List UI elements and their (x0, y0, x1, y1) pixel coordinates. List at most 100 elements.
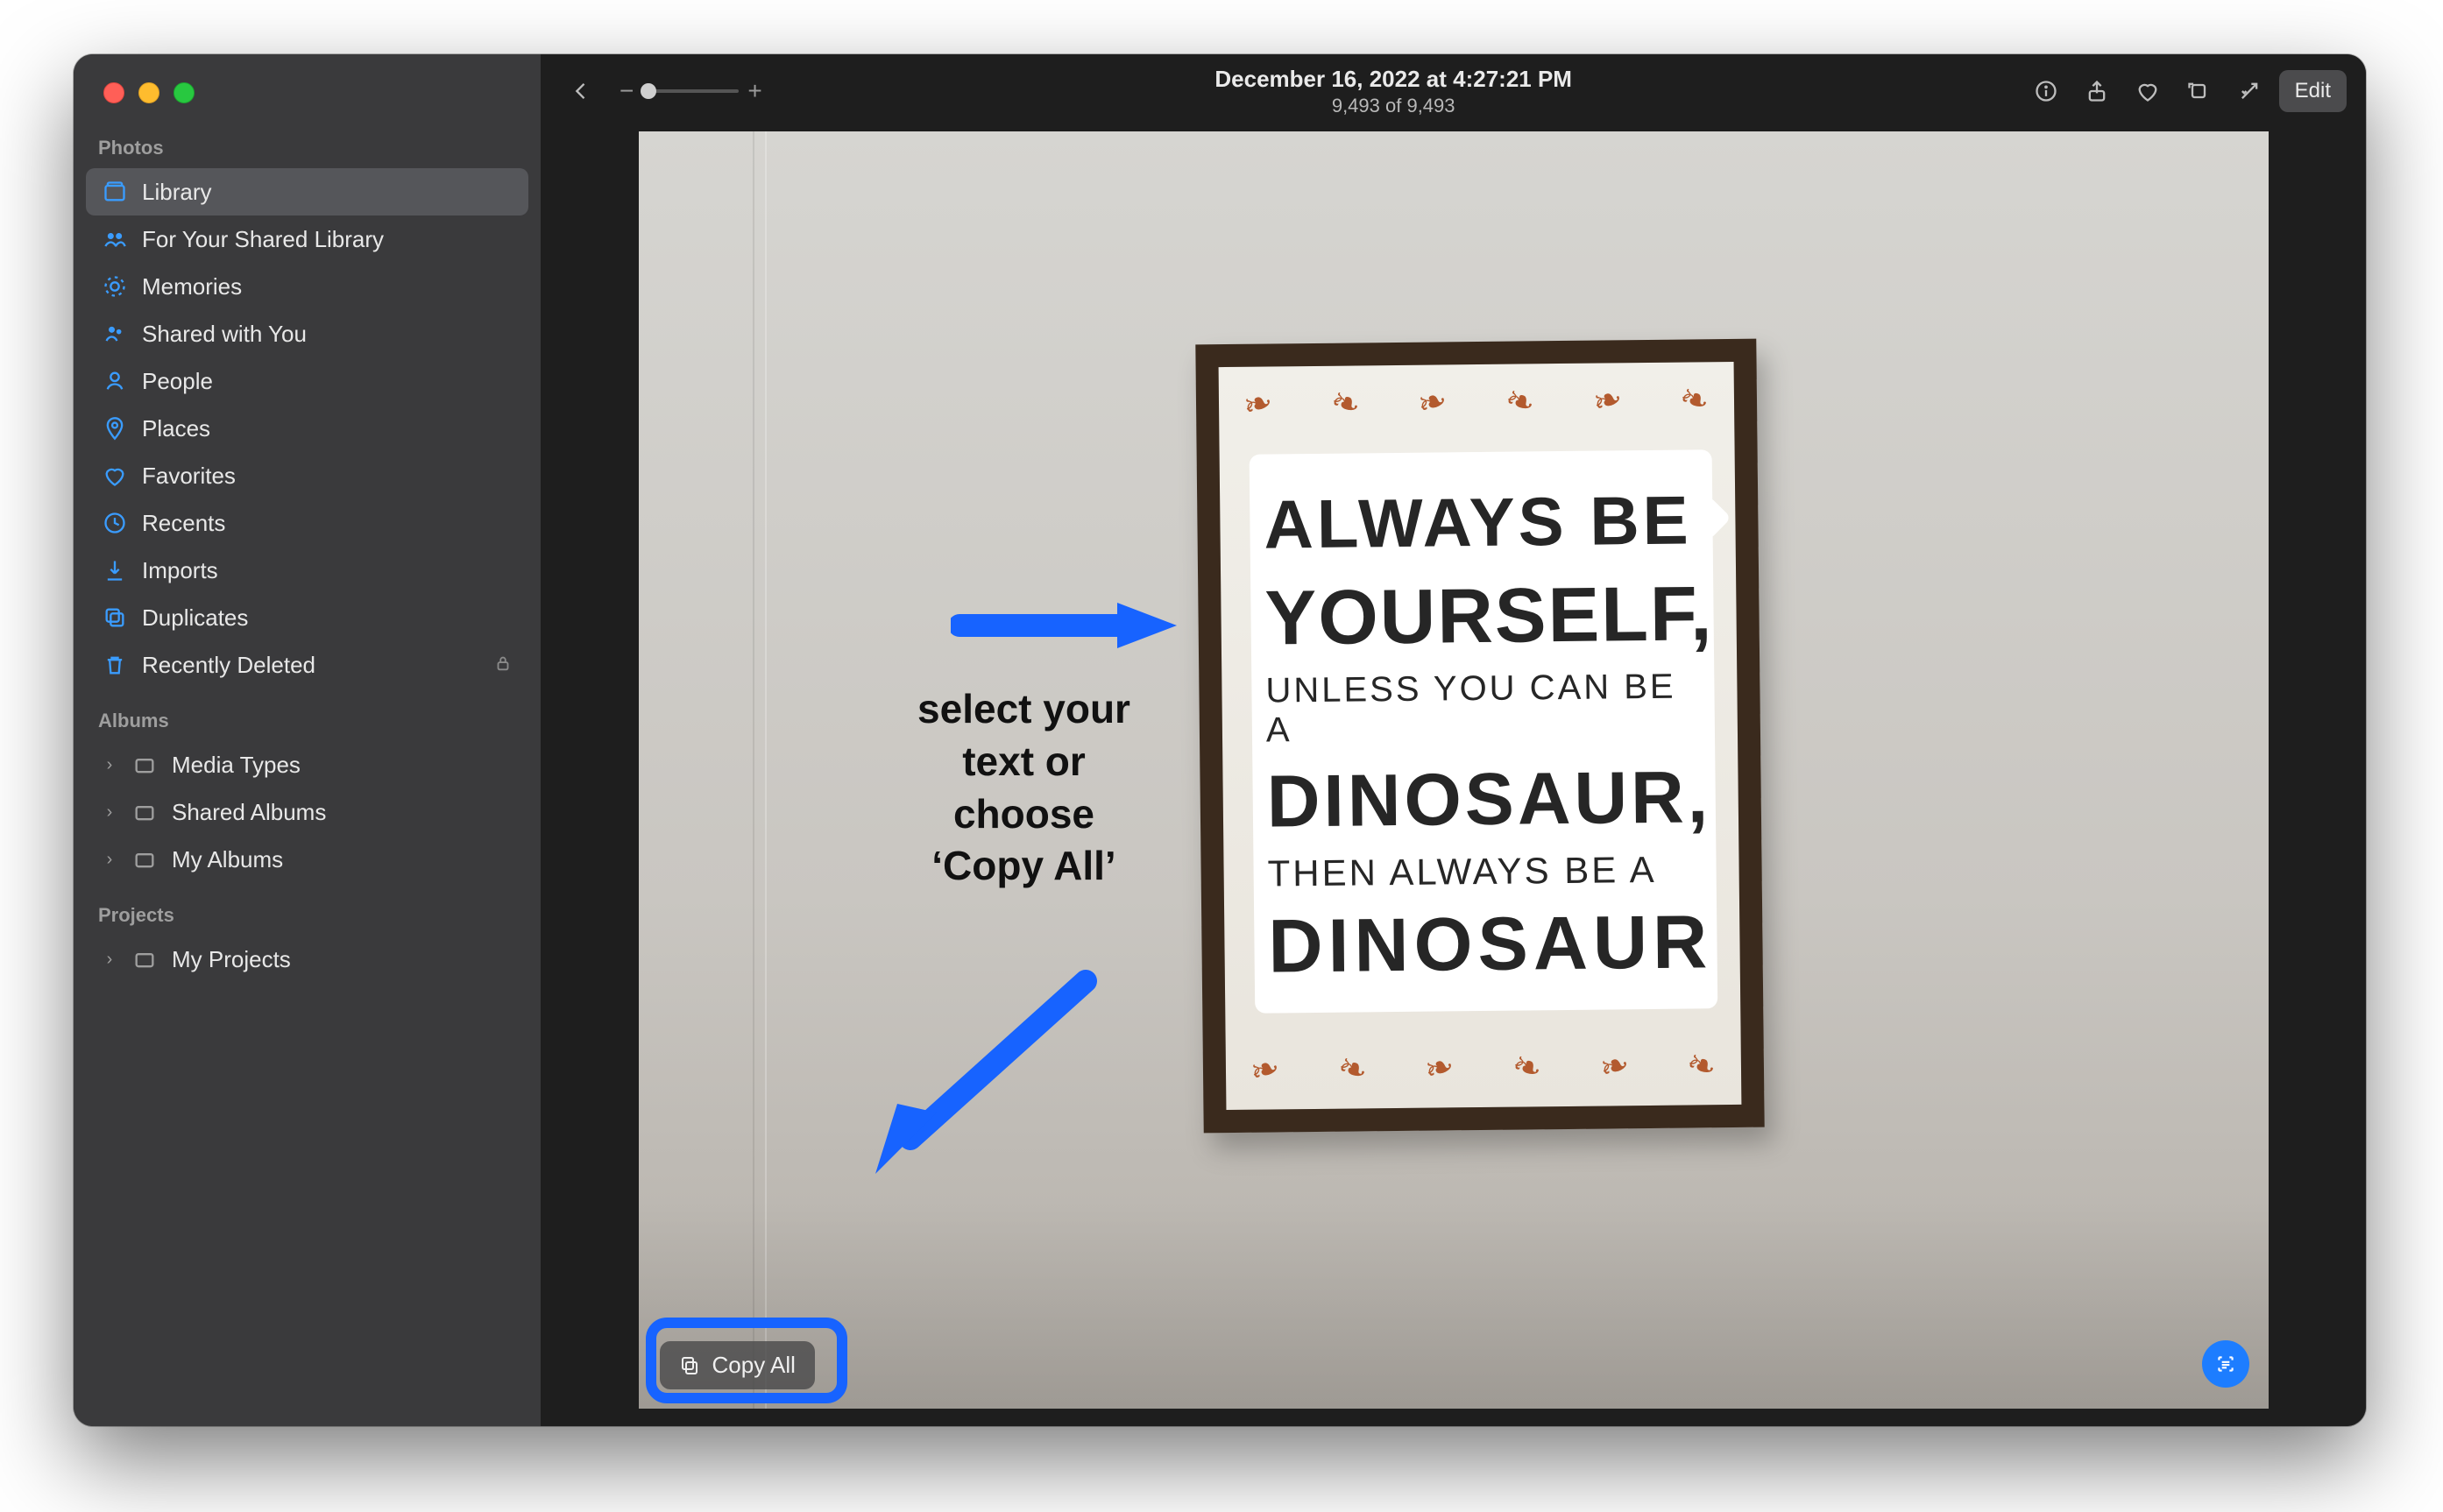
photo: ❧❧❧❧❧❧ ALWAYS BE YOURSELF, UNLESS YOU CA… (639, 131, 2269, 1409)
memories-icon (102, 273, 128, 300)
sidebar-item-label: Places (142, 415, 513, 442)
lock-icon (493, 652, 513, 679)
sidebar-item-library[interactable]: Library (86, 168, 528, 215)
photo-viewport: ❧❧❧❧❧❧ ALWAYS BE YOURSELF, UNLESS YOU CA… (541, 128, 2366, 1426)
heart-icon (102, 463, 128, 489)
sidebar-item-label: My Projects (172, 946, 513, 973)
annotation-line: choose (867, 788, 1182, 841)
chevron-right-icon: › (102, 755, 117, 775)
sidebar-item-label: People (142, 368, 513, 395)
sidebar-item-recents[interactable]: Recents (86, 499, 528, 547)
folder-icon (131, 752, 158, 778)
duplicates-icon (102, 604, 128, 631)
sidebar-item-label: Favorites (142, 463, 513, 490)
copy-all-label: Copy All (712, 1352, 796, 1379)
sign-line: YOURSELF, (1264, 569, 1702, 662)
photo-date: December 16, 2022 at 4:27:21 PM (773, 66, 2015, 93)
share-button[interactable] (2076, 70, 2118, 112)
live-text-button[interactable] (2202, 1340, 2249, 1388)
library-icon (102, 179, 128, 205)
decoration-paws: ❧❧❧❧❧❧ (1243, 379, 1709, 425)
back-button[interactable] (560, 70, 602, 112)
arrow-icon (849, 964, 1112, 1191)
places-icon (102, 415, 128, 442)
sidebar-item-favorites[interactable]: Favorites (86, 452, 528, 499)
sidebar-item-memories[interactable]: Memories (86, 263, 528, 310)
annotation-line: select your (867, 683, 1182, 736)
sidebar-item-shared-albums[interactable]: › Shared Albums (86, 788, 528, 836)
people-icon (102, 368, 128, 394)
sidebar-item-duplicates[interactable]: Duplicates (86, 594, 528, 641)
sign-line: DINOSAUR, (1266, 754, 1703, 844)
sidebar-item-label: Shared Albums (172, 799, 513, 826)
sign-line: UNLESS YOU CAN BE A (1265, 667, 1703, 750)
sign-line: DINOSAUR (1267, 899, 1704, 990)
import-icon (102, 557, 128, 583)
zoom-slider[interactable]: − + (620, 77, 762, 105)
sidebar-item-imports[interactable]: Imports (86, 547, 528, 594)
sidebar-item-people[interactable]: People (86, 357, 528, 405)
sidebar-item-my-albums[interactable]: › My Albums (86, 836, 528, 883)
clock-icon (102, 510, 128, 536)
edit-button[interactable]: Edit (2279, 70, 2347, 112)
zoom-in-icon: + (747, 77, 761, 105)
sidebar-item-label: For Your Shared Library (142, 226, 513, 253)
folder-icon (131, 946, 158, 972)
app-window: Photos Library For Your Shared Library M… (74, 54, 2366, 1426)
photo-title: December 16, 2022 at 4:27:21 PM 9,493 of… (773, 66, 2015, 117)
sidebar-item-label: My Albums (172, 846, 513, 873)
zoom-track[interactable] (642, 89, 739, 93)
trash-icon (102, 652, 128, 678)
sidebar-item-recently-deleted[interactable]: Recently Deleted (86, 641, 528, 689)
copy-all-button[interactable]: Copy All (660, 1341, 815, 1389)
toolbar-right: Edit (2025, 70, 2347, 112)
photo-frame: ❧❧❧❧❧❧ ALWAYS BE YOURSELF, UNLESS YOU CA… (1195, 339, 1764, 1134)
sidebar-item-label: Imports (142, 557, 513, 584)
auto-enhance-button[interactable] (2228, 70, 2270, 112)
toolbar: − + December 16, 2022 at 4:27:21 PM 9,49… (541, 54, 2366, 128)
sign-line: ALWAYS BE (1263, 480, 1700, 564)
sidebar-item-label: Library (142, 179, 513, 206)
annotation-line: ‘Copy All’ (867, 840, 1182, 893)
section-albums: Albums (74, 689, 541, 741)
zoom-out-icon: − (620, 77, 634, 105)
sidebar-item-label: Duplicates (142, 604, 513, 632)
chevron-right-icon: › (102, 802, 117, 823)
zoom-knob[interactable] (641, 83, 656, 99)
section-photos: Photos (74, 116, 541, 168)
arrow-icon (951, 599, 1179, 652)
folder-icon (131, 799, 158, 825)
minimize-window-button[interactable] (138, 82, 159, 103)
decoration (639, 1198, 2269, 1409)
decoration-paws: ❧❧❧❧❧❧ (1250, 1045, 1716, 1091)
photo-index: 9,493 of 9,493 (773, 95, 2015, 117)
chevron-right-icon: › (102, 950, 117, 970)
sign-line: THEN ALWAYS BE A (1267, 848, 1703, 894)
sidebar-item-label: Shared with You (142, 321, 513, 348)
chevron-right-icon: › (102, 850, 117, 870)
copy-icon (679, 1355, 700, 1376)
window-controls (74, 70, 541, 116)
info-button[interactable] (2025, 70, 2067, 112)
close-window-button[interactable] (103, 82, 124, 103)
sidebar-item-shared-with-you[interactable]: Shared with You (86, 310, 528, 357)
sidebar-item-label: Recently Deleted (142, 652, 479, 679)
sidebar-item-label: Memories (142, 273, 513, 300)
rotate-button[interactable] (2177, 70, 2220, 112)
sidebar: Photos Library For Your Shared Library M… (74, 54, 541, 1426)
folder-icon (131, 846, 158, 873)
sign-text: ALWAYS BE YOURSELF, UNLESS YOU CAN BE A … (1263, 465, 1704, 1004)
sidebar-item-my-projects[interactable]: › My Projects (86, 936, 528, 983)
sidebar-item-places[interactable]: Places (86, 405, 528, 452)
sidebar-item-label: Media Types (172, 752, 513, 779)
fullscreen-window-button[interactable] (173, 82, 195, 103)
sidebar-item-media-types[interactable]: › Media Types (86, 741, 528, 788)
favorite-button[interactable] (2127, 70, 2169, 112)
sidebar-item-label: Recents (142, 510, 513, 537)
sidebar-item-for-your-shared-library[interactable]: For Your Shared Library (86, 215, 528, 263)
annotation-text: select your text or choose ‘Copy All’ (867, 683, 1182, 893)
shared-with-you-icon (102, 321, 128, 347)
shared-library-icon (102, 226, 128, 252)
main-content: − + December 16, 2022 at 4:27:21 PM 9,49… (541, 54, 2366, 1426)
section-projects: Projects (74, 883, 541, 936)
